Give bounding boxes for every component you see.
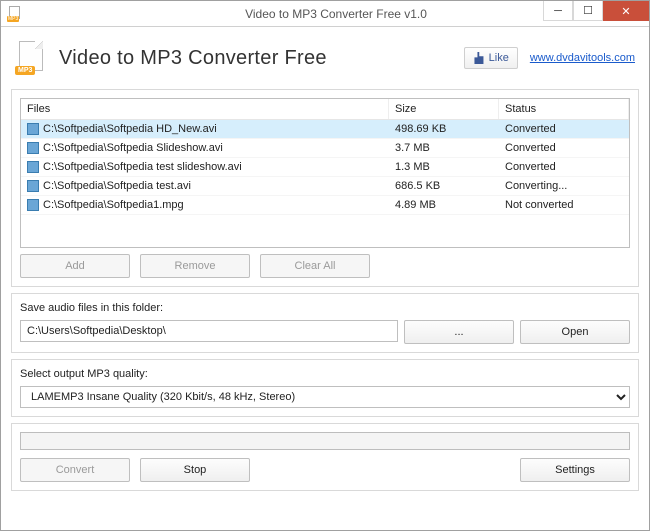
file-buttons-row: Add Remove Clear All bbox=[20, 254, 630, 278]
app-logo-icon: MP3 bbox=[15, 41, 49, 75]
quality-label: Select output MP3 quality: bbox=[20, 368, 630, 380]
minimize-button[interactable]: ─ bbox=[543, 1, 573, 21]
file-size-cell: 3.7 MB bbox=[389, 139, 499, 157]
file-status-cell: Not converted bbox=[499, 196, 629, 214]
close-button[interactable]: ✕ bbox=[603, 1, 649, 21]
window-controls: ─ ☐ ✕ bbox=[543, 1, 649, 21]
file-path-cell: C:\Softpedia\Softpedia test slideshow.av… bbox=[21, 158, 389, 176]
table-row[interactable]: C:\Softpedia\Softpedia1.mpg4.89 MBNot co… bbox=[21, 196, 629, 215]
file-icon bbox=[27, 142, 39, 154]
col-size[interactable]: Size bbox=[389, 99, 499, 119]
col-files[interactable]: Files bbox=[21, 99, 389, 119]
add-button[interactable]: Add bbox=[20, 254, 130, 278]
remove-button[interactable]: Remove bbox=[140, 254, 250, 278]
file-icon bbox=[27, 199, 39, 211]
header: MP3 Video to MP3 Converter Free Like www… bbox=[11, 35, 639, 83]
file-status-cell: Converted bbox=[499, 158, 629, 176]
browse-button[interactable]: ... bbox=[404, 320, 514, 344]
quality-group: Select output MP3 quality: LAMEMP3 Insan… bbox=[11, 359, 639, 417]
files-group: Files Size Status C:\Softpedia\Softpedia… bbox=[11, 89, 639, 287]
like-label: Like bbox=[489, 52, 509, 64]
table-row[interactable]: C:\Softpedia\Softpedia HD_New.avi498.69 … bbox=[21, 120, 629, 139]
file-path-cell: C:\Softpedia\Softpedia Slideshow.avi bbox=[21, 139, 389, 157]
client-area: MP3 Video to MP3 Converter Free Like www… bbox=[1, 27, 649, 530]
convert-button[interactable]: Convert bbox=[20, 458, 130, 482]
app-icon: MP3 bbox=[7, 6, 23, 22]
action-group: Convert Stop Settings bbox=[11, 423, 639, 491]
progress-bar bbox=[20, 432, 630, 450]
file-icon bbox=[27, 161, 39, 173]
file-path-cell: C:\Softpedia\Softpedia1.mpg bbox=[21, 196, 389, 214]
settings-button[interactable]: Settings bbox=[520, 458, 630, 482]
open-button[interactable]: Open bbox=[520, 320, 630, 344]
listview-header: Files Size Status bbox=[21, 99, 629, 120]
file-size-cell: 498.69 KB bbox=[389, 120, 499, 138]
table-row[interactable]: C:\Softpedia\Softpedia test slideshow.av… bbox=[21, 158, 629, 177]
stop-button[interactable]: Stop bbox=[140, 458, 250, 482]
col-status[interactable]: Status bbox=[499, 99, 629, 119]
clear-all-button[interactable]: Clear All bbox=[260, 254, 370, 278]
like-button[interactable]: Like bbox=[464, 47, 518, 69]
output-folder-group: Save audio files in this folder: ... Ope… bbox=[11, 293, 639, 353]
file-status-cell: Converting... bbox=[499, 177, 629, 195]
app-title: Video to MP3 Converter Free bbox=[59, 47, 327, 70]
table-row[interactable]: C:\Softpedia\Softpedia test.avi686.5 KBC… bbox=[21, 177, 629, 196]
maximize-button[interactable]: ☐ bbox=[573, 1, 603, 21]
output-folder-label: Save audio files in this folder: bbox=[20, 302, 630, 314]
file-path-cell: C:\Softpedia\Softpedia HD_New.avi bbox=[21, 120, 389, 138]
file-size-cell: 1.3 MB bbox=[389, 158, 499, 176]
thumb-up-icon bbox=[473, 52, 485, 64]
file-path-cell: C:\Softpedia\Softpedia test.avi bbox=[21, 177, 389, 195]
title-bar: MP3 Video to MP3 Converter Free v1.0 ─ ☐… bbox=[1, 1, 649, 27]
files-listview[interactable]: Files Size Status C:\Softpedia\Softpedia… bbox=[20, 98, 630, 248]
file-size-cell: 686.5 KB bbox=[389, 177, 499, 195]
app-window: MP3 Video to MP3 Converter Free v1.0 ─ ☐… bbox=[0, 0, 650, 531]
file-status-cell: Converted bbox=[499, 139, 629, 157]
file-status-cell: Converted bbox=[499, 120, 629, 138]
file-icon bbox=[27, 180, 39, 192]
quality-select[interactable]: LAMEMP3 Insane Quality (320 Kbit/s, 48 k… bbox=[20, 386, 630, 408]
file-icon bbox=[27, 123, 39, 135]
file-size-cell: 4.89 MB bbox=[389, 196, 499, 214]
site-link[interactable]: www.dvdavitools.com bbox=[530, 52, 635, 64]
output-folder-input[interactable] bbox=[20, 320, 398, 342]
table-row[interactable]: C:\Softpedia\Softpedia Slideshow.avi3.7 … bbox=[21, 139, 629, 158]
